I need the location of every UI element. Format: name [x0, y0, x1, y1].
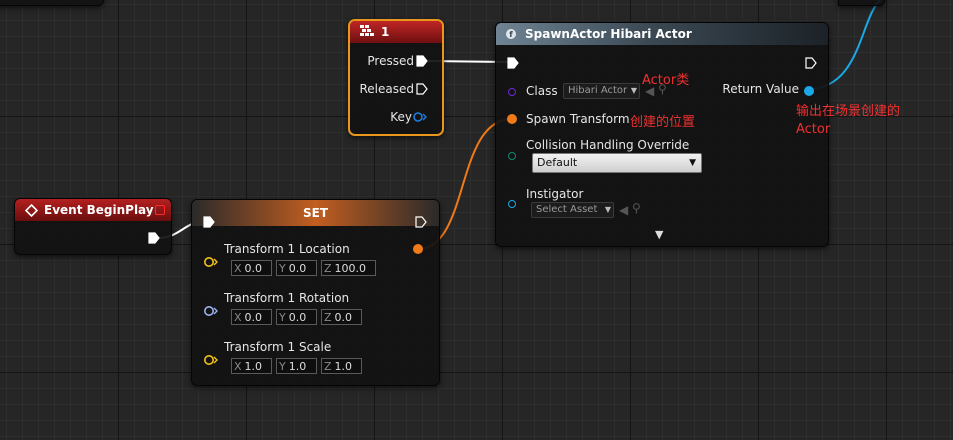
- event-diamond-icon: [25, 204, 38, 217]
- set-exec-out-pin[interactable]: [415, 216, 427, 228]
- key-1-event-node[interactable]: 1 Pressed Released Key: [348, 19, 444, 136]
- released-pin-label: Released: [359, 82, 414, 96]
- instigator-label: Instigator: [526, 187, 584, 201]
- use-selected-arrow-icon[interactable]: ◀: [619, 203, 628, 217]
- collision-pin[interactable]: [508, 152, 516, 160]
- x-axis-label: X: [234, 262, 242, 275]
- set-node-title: SET: [302, 206, 329, 220]
- collision-dropdown-value: Default: [537, 156, 578, 169]
- event-beginplay-node[interactable]: Event BeginPlay: [14, 198, 172, 255]
- event-node-header: Event BeginPlay: [15, 199, 171, 221]
- offscreen-node-left: [0, 0, 104, 6]
- location-y-value: 0.0: [288, 262, 307, 275]
- key-node-header: 1: [350, 21, 442, 43]
- scale-pin[interactable]: [203, 354, 219, 366]
- offscreen-node-right: [838, 0, 885, 6]
- key-struct-pin[interactable]: [413, 111, 427, 123]
- rotation-x-value: 0.0: [244, 311, 263, 324]
- set-variable-node[interactable]: SET Transform 1 Location X 0.0 Y 0.0 Z 100.…: [191, 199, 440, 386]
- browse-search-icon[interactable]: ⚲: [632, 201, 641, 215]
- spawn-exec-out-pin[interactable]: [805, 57, 817, 69]
- expand-advanced-arrow-icon[interactable]: ▼: [655, 228, 663, 241]
- class-label: Class: [526, 84, 558, 98]
- scale-label: Transform 1 Scale: [224, 340, 332, 354]
- rotation-y-value: 0.0: [288, 311, 307, 324]
- scale-z-field[interactable]: Z 1.0: [321, 358, 362, 374]
- class-pin[interactable]: [508, 88, 516, 96]
- rotation-y-field[interactable]: Y 0.0: [276, 309, 317, 325]
- annotation-actor-class: Actor类: [642, 73, 690, 88]
- chevron-down-icon: ▼: [630, 86, 637, 95]
- location-z-value: 100.0: [334, 262, 367, 275]
- set-output-transform-pin[interactable]: [413, 244, 423, 254]
- chevron-down-icon: ▼: [604, 205, 611, 214]
- y-axis-label: Y: [279, 262, 286, 275]
- spawn-exec-in-pin[interactable]: [507, 57, 519, 69]
- keyboard-icon: [360, 25, 374, 36]
- spawn-node-title: SpawnActor Hibari Actor: [525, 27, 692, 41]
- key-node-title: 1: [381, 25, 390, 39]
- rotation-x-field[interactable]: X 0.0: [231, 309, 272, 325]
- instigator-select-value: Select Asset: [536, 204, 598, 215]
- rotation-label: Transform 1 Rotation: [224, 291, 350, 305]
- class-select[interactable]: Hibari Actor ▼: [563, 83, 640, 99]
- location-x-value: 0.0: [244, 262, 263, 275]
- scale-y-value: 1.0: [288, 360, 307, 373]
- annotation-output-line1: 输出在场景创建的: [796, 104, 901, 119]
- location-label: Transform 1 Location: [224, 242, 350, 256]
- annotation-output-line2: Actor: [796, 122, 831, 137]
- key-pin-label: Key: [390, 110, 412, 124]
- rotation-z-value: 0.0: [334, 311, 353, 324]
- y-axis-label: Y: [279, 311, 286, 324]
- spawn-node-header: f SpawnActor Hibari Actor: [496, 23, 828, 45]
- collision-dropdown[interactable]: Default ▼: [532, 153, 702, 173]
- chevron-down-icon: ▼: [689, 158, 696, 168]
- scale-y-field[interactable]: Y 1.0: [276, 358, 317, 374]
- event-exec-out-pin[interactable]: [148, 232, 160, 244]
- instigator-pin[interactable]: [508, 200, 516, 208]
- class-select-value: Hibari Actor: [568, 85, 628, 96]
- delegate-pin-icon[interactable]: [155, 205, 165, 215]
- spawn-actor-node[interactable]: f SpawnActor Hibari Actor Class Hibari A…: [495, 22, 829, 247]
- collision-label: Collision Handling Override: [526, 138, 690, 152]
- set-exec-in-pin[interactable]: [203, 216, 215, 228]
- rotation-pin[interactable]: [203, 305, 219, 317]
- spawn-transform-label: Spawn Transform: [526, 112, 630, 126]
- released-exec-pin[interactable]: [416, 83, 428, 95]
- scale-z-value: 1.0: [334, 360, 353, 373]
- z-axis-label: Z: [324, 311, 332, 324]
- location-y-field[interactable]: Y 0.0: [276, 260, 317, 276]
- return-value-label: Return Value: [722, 82, 799, 96]
- location-pin[interactable]: [203, 256, 219, 268]
- pressed-pin-label: Pressed: [367, 54, 414, 68]
- rotation-z-field[interactable]: Z 0.0: [321, 309, 362, 325]
- function-icon: f: [506, 29, 516, 39]
- x-axis-label: X: [234, 360, 242, 373]
- event-node-title: Event BeginPlay: [44, 203, 154, 217]
- spawn-transform-pin[interactable]: [507, 114, 517, 124]
- x-axis-label: X: [234, 311, 242, 324]
- y-axis-label: Y: [279, 360, 286, 373]
- z-axis-label: Z: [324, 262, 332, 275]
- instigator-select[interactable]: Select Asset ▼: [531, 202, 614, 218]
- scale-x-value: 1.0: [244, 360, 263, 373]
- annotation-spawn-position: 创建的位置: [630, 115, 696, 130]
- set-node-header: SET: [192, 200, 439, 226]
- z-axis-label: Z: [324, 360, 332, 373]
- scale-x-field[interactable]: X 1.0: [231, 358, 272, 374]
- return-value-pin[interactable]: [804, 86, 814, 96]
- svg-text:f: f: [509, 30, 513, 39]
- pressed-exec-pin[interactable]: [416, 55, 428, 67]
- location-z-field[interactable]: Z 100.0: [321, 260, 376, 276]
- location-x-field[interactable]: X 0.0: [231, 260, 272, 276]
